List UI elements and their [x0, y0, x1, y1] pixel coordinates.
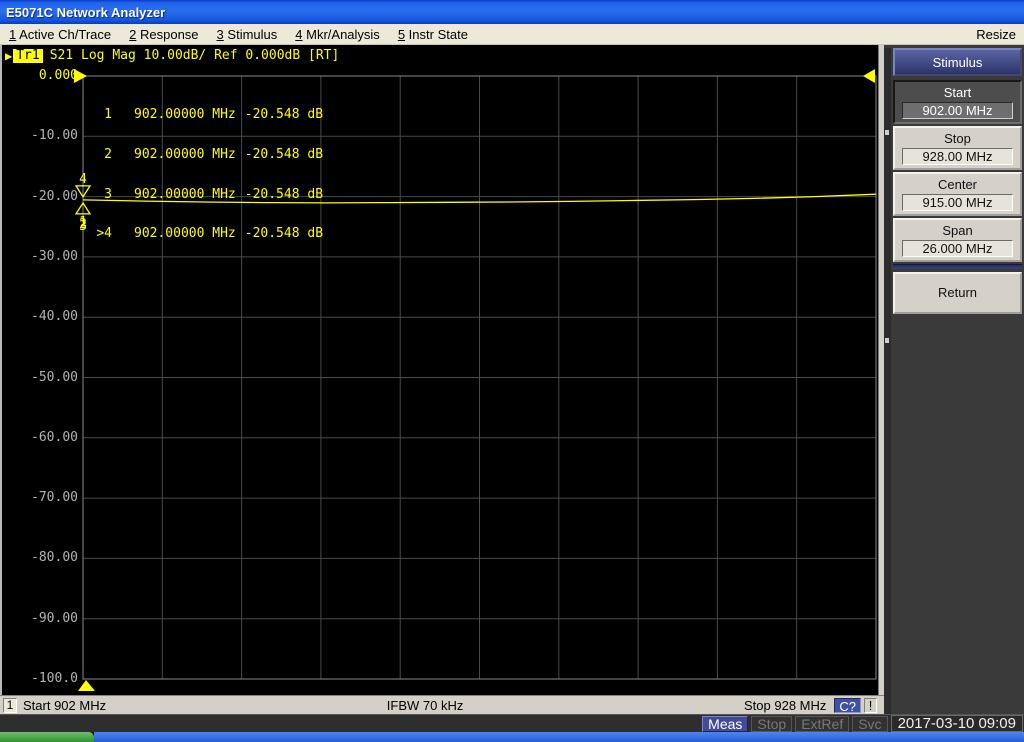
- windows-taskbar: [0, 732, 1024, 742]
- y-tick-label: -60.00: [31, 429, 78, 445]
- svc-status-badge: Svc: [852, 715, 888, 732]
- center-value-field[interactable]: 915.00 MHz: [902, 194, 1013, 211]
- warning-indicator: !: [864, 697, 878, 713]
- marker-row: 3 902.00000 MHz -20.548 dB: [104, 186, 324, 202]
- softkey-stop[interactable]: Stop 928.00 MHz: [893, 126, 1022, 170]
- start-value-field[interactable]: 902.00 MHz: [902, 102, 1013, 119]
- softkey-menu: Stimulus Start 902.00 MHz Stop 928.00 MH…: [884, 45, 1024, 714]
- menu-response[interactable]: 2 Response: [120, 27, 207, 42]
- marker-row: 2 902.00000 MHz -20.548 dB: [104, 147, 324, 163]
- stop-status-badge: Stop: [751, 715, 793, 732]
- menu-stimulus[interactable]: 3 Stimulus: [208, 27, 287, 42]
- status-start-freq: Start 902 MHz: [23, 697, 107, 713]
- active-trace-arrow-icon: ▶: [5, 49, 13, 63]
- menu-active-ch-trace[interactable]: 1 Active Ch/Trace: [0, 27, 120, 42]
- status-stop-freq: Stop 928 MHz: [744, 697, 827, 713]
- marker-readout-table: 1 902.00000 MHz -20.548 dB 2 902.00000 MHz -…: [88, 82, 323, 267]
- y-tick-label: -70.00: [31, 490, 78, 506]
- title-bar: E5071C Network Analyzer: [0, 0, 1024, 24]
- meas-status-badge: Meas: [702, 715, 749, 732]
- correction-badge: C?: [834, 697, 862, 714]
- window-title: E5071C Network Analyzer: [6, 4, 166, 20]
- y-tick-label: -40.00: [31, 309, 78, 325]
- softkey-center[interactable]: Center 915.00 MHz: [893, 172, 1022, 216]
- softkey-span[interactable]: Span 26.000 MHz: [893, 218, 1022, 262]
- scrollbar-tick: [885, 130, 889, 135]
- menu-bar: 1 Active Ch/Trace 2 Response 3 Stimulus …: [0, 24, 1024, 45]
- e5071c-screen: E5071C Network Analyzer 1 Active Ch/Trac…: [0, 0, 1024, 742]
- datetime-display: 2017-03-10 09:09: [890, 715, 1023, 732]
- stop-value-field[interactable]: 928.00 MHz: [902, 148, 1013, 165]
- y-tick-label: -90.00: [31, 610, 78, 626]
- y-tick-label: -10.00: [31, 128, 78, 144]
- trace-status-line: ▶ Tr1 S21 Log Mag 10.00dB/ Ref 0.000dB […: [5, 49, 339, 63]
- extref-status-badge: ExtRef: [795, 715, 850, 732]
- softkey-scrollbar[interactable]: [884, 48, 891, 714]
- channel-window: 14123 0.000-10.00-20.00-30.00-40.00-50.0…: [0, 45, 884, 714]
- marker-row: >4 902.00000 MHz -20.548 dB: [96, 226, 324, 242]
- channel-status-bar: 1 Start 902 MHz IFBW 70 kHz Stop 928 MHz…: [0, 695, 884, 714]
- softkey-start[interactable]: Start 902.00 MHz: [893, 80, 1022, 124]
- span-value-field[interactable]: 26.000 MHz: [902, 240, 1013, 257]
- trace-name-badge[interactable]: Tr1: [13, 49, 43, 63]
- y-tick-label: -20.00: [31, 188, 78, 204]
- svg-text:4: 4: [79, 172, 87, 187]
- softkey-separator: [893, 264, 1022, 269]
- taskbar-strip: [94, 732, 1024, 742]
- menu-resize[interactable]: Resize: [967, 27, 1024, 42]
- softkey-menu-title: Stimulus: [893, 48, 1022, 76]
- scrollbar-tick: [885, 338, 889, 343]
- menu-instr-state[interactable]: 5 Instr State: [389, 27, 477, 42]
- channel-number-box: 1: [3, 697, 17, 713]
- svg-text:3: 3: [79, 219, 87, 234]
- instrument-status-bar: Meas Stop ExtRef Svc 2017-03-10 09:09: [0, 714, 1024, 732]
- y-tick-label: -30.00: [31, 248, 78, 264]
- y-tick-label: -50.00: [31, 369, 78, 385]
- softkey-return[interactable]: Return: [893, 272, 1022, 314]
- y-tick-label: 0.000: [38, 68, 78, 83]
- graph-area: 14123 0.000-10.00-20.00-30.00-40.00-50.0…: [0, 45, 884, 695]
- marker-row: 1 902.00000 MHz -20.548 dB: [104, 107, 324, 123]
- trace-format-text: S21 Log Mag 10.00dB/ Ref 0.000dB [RT]: [49, 48, 340, 63]
- y-tick-label: -80.00: [31, 550, 78, 566]
- y-tick-label: -100.0: [31, 671, 78, 686]
- start-button[interactable]: [0, 732, 94, 742]
- menu-mkr-analysis[interactable]: 4 Mkr/Analysis: [286, 27, 389, 42]
- status-ifbw: IFBW 70 kHz: [386, 697, 464, 713]
